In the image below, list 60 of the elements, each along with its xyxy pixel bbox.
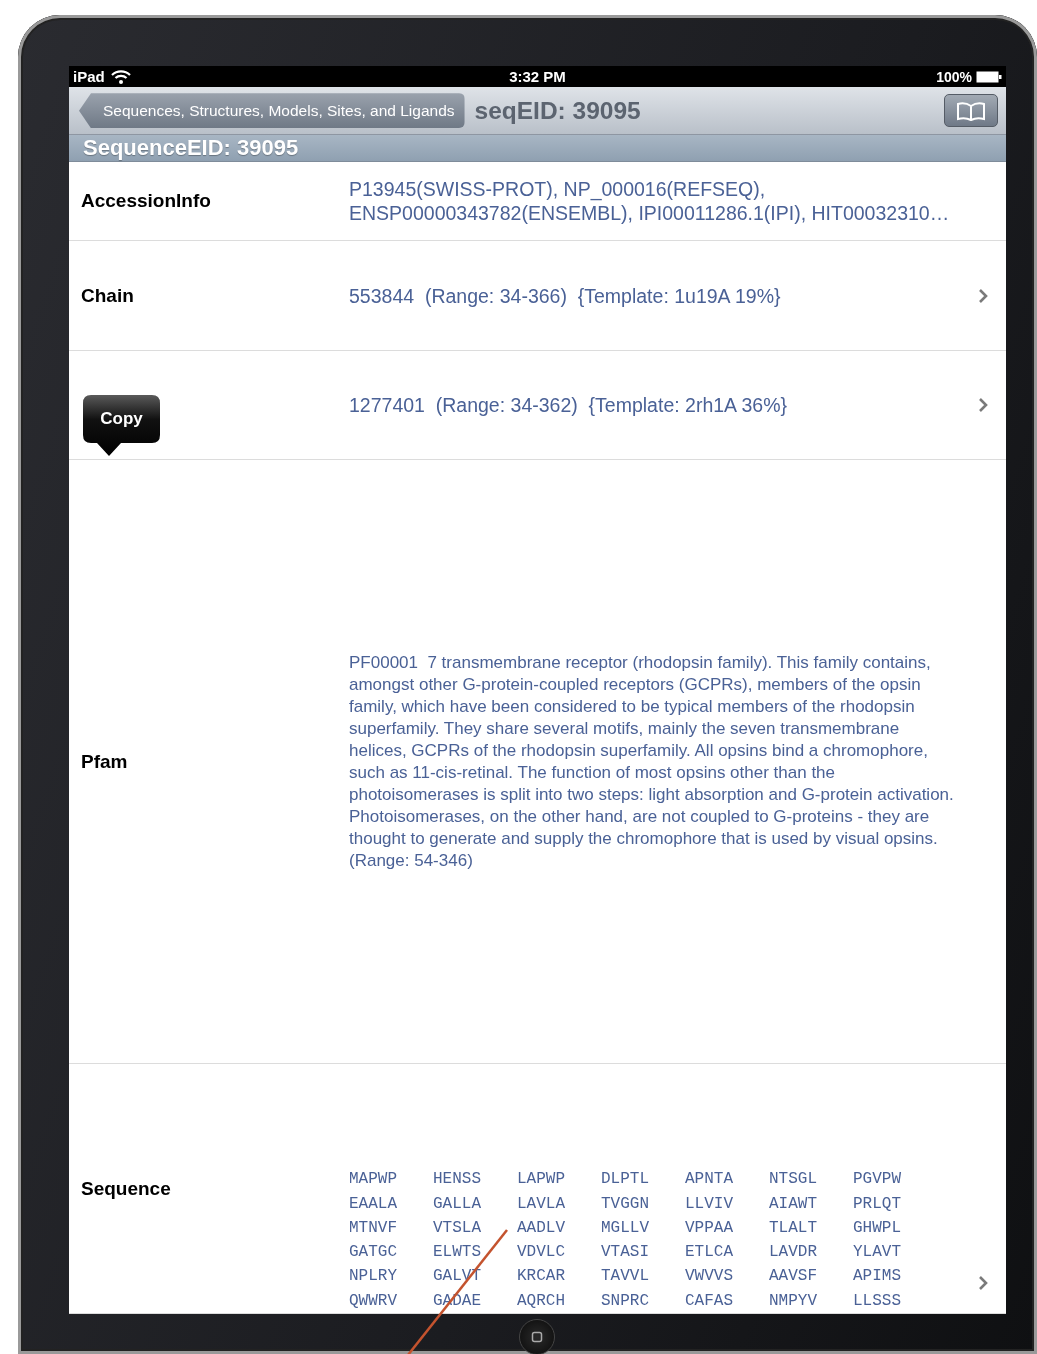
sequence-group: LLSSS (853, 1288, 937, 1313)
row-label: Pfam (81, 750, 128, 772)
book-icon (956, 100, 986, 121)
sequence-group: QWWRV (349, 1288, 433, 1313)
sequence-group: VDVLC (517, 1240, 601, 1265)
sequence-group: HENSS (433, 1167, 517, 1192)
sequence-group: LAVDR (769, 1240, 853, 1265)
sequence-group: VTASI (601, 1240, 685, 1265)
home-button[interactable] (519, 1319, 555, 1354)
sequence-group: GALLA (433, 1191, 517, 1216)
sequence-group: PGVPW (853, 1167, 937, 1192)
sequence-group: DLPTL (601, 1167, 685, 1192)
row-label: AccessionInfo (81, 190, 211, 211)
row-label: Chain (81, 284, 134, 306)
sequence-group: KRCAR (517, 1264, 601, 1289)
sequence-group: TVGGN (601, 1191, 685, 1216)
sequence-group: MGLLV (601, 1215, 685, 1241)
copy-popover[interactable]: Copy (83, 395, 160, 456)
sequence-group: NPLRY (349, 1264, 433, 1289)
row-value: 553844 (Range: 34-366) {Template: 1u19A 19%} (349, 284, 781, 307)
sequence-group: SNPRC (601, 1288, 685, 1313)
sequence-group: LLVIV (685, 1191, 769, 1216)
sequence-group: PRLQT (853, 1191, 937, 1216)
sequence-group: APIMS (853, 1264, 937, 1289)
section-header: SequenceEID: 39095 (83, 135, 299, 161)
sequence-group: EAALA (349, 1191, 433, 1216)
sequence-group: CAFAS (685, 1288, 769, 1313)
sequence-group: AQRCH (517, 1288, 601, 1313)
sequence-group: NMPYV (769, 1288, 853, 1313)
battery-icon (976, 70, 1002, 83)
row-value: P13945(SWISS-PROT), NP_000016(REFSEQ), ENSP00000343782(ENSEMBL), IPI00011286.1(IPI), HIT00032310… (349, 178, 950, 224)
bookmarks-button[interactable] (944, 94, 998, 128)
status-time: 3:32 PM (509, 68, 566, 86)
row-value: 1277401 (Range: 34-362) {Template: 2rh1A 36%} (349, 394, 787, 416)
sequence-group: AIAWT (769, 1191, 853, 1216)
sequence-group: VPPAA (685, 1215, 769, 1241)
sequence-group: AADLV (517, 1215, 601, 1241)
row-label: Sequence (81, 1177, 171, 1199)
device-name: iPad (73, 68, 105, 86)
sequence-group: MTNVF (349, 1215, 433, 1241)
sequence-group: TLALT (769, 1215, 853, 1241)
sequence-group: MAPWP (349, 1167, 433, 1192)
sequence-group: VTSLA (433, 1215, 517, 1241)
sequence-group: LAVLA (517, 1191, 601, 1216)
sequence-group: ETLCA (685, 1240, 769, 1265)
sequence-group: VWVVS (685, 1264, 769, 1289)
row-value: PF00001 7 transmembrane receptor (rhodopsin family). This family contains, amongst other G-protein-coupled receptors (GCPRs), members of the opsin family, which have been considered to be typical members of the rhodopsin superfamily. They share several motifs, mainly the seven transmembrane helices, GCPRs of the rhodopsin superfamily. All opsins bind a chromophore, such as 11-cis-retinal. The function of most opsins other than the photoisomerases is split into two steps: light absorption and G-protein activation. Photoisomerases, on the other hand, are not coupled to G-proteins - they are thought to generate and supply the chromophore that is used by visual opsins. (Range: 54-346) (349, 652, 955, 870)
square-icon (531, 1331, 543, 1343)
sequence-group: LAPWP (517, 1167, 601, 1192)
battery-percent: 100% (936, 68, 972, 85)
sequence-group: APNTA (685, 1167, 769, 1192)
sequence-group: GHWPL (853, 1215, 937, 1241)
sequence-group: AAVSF (769, 1264, 853, 1289)
sequence-group: NTSGL (769, 1167, 853, 1192)
wifi-icon (110, 69, 131, 84)
sequence-group: GATGC (349, 1240, 433, 1265)
nav-title: seqEID: 39095 (474, 96, 642, 125)
sequence-group: YLAVT (853, 1240, 937, 1265)
sequence-group: ELWTS (433, 1240, 517, 1265)
sequence-group: TAVVL (601, 1264, 685, 1289)
